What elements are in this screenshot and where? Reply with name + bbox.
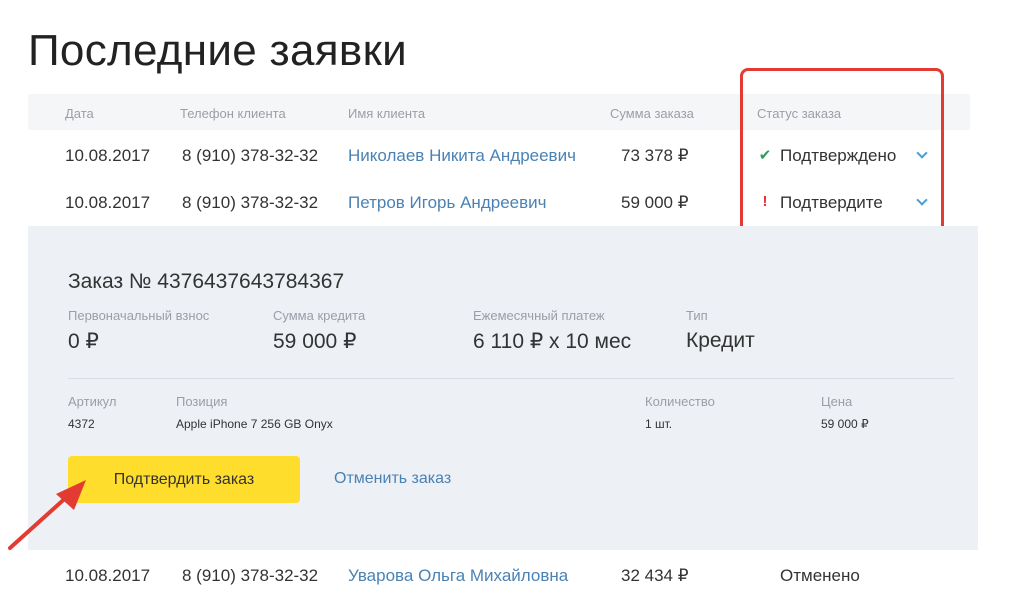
monthly-payment-value: 6 110 ₽ x 10 мес <box>473 330 632 353</box>
table-row[interactable]: 10.08.2017 8 (910) 378-32-32 Николаев Ни… <box>28 132 970 178</box>
initial-payment-label: Первоначальный взнос <box>68 308 210 323</box>
type-label: Тип <box>686 308 708 323</box>
row-sum: 59 000 ₽ <box>621 193 689 212</box>
table-row[interactable]: 10.08.2017 8 (910) 378-32-32 Петров Игор… <box>28 179 970 225</box>
confirm-order-button[interactable]: Подтвердить заказ <box>68 456 300 503</box>
table-row[interactable]: 10.08.2017 8 (910) 378-32-32 Уварова Оль… <box>28 552 970 602</box>
row-sum: 32 434 ₽ <box>621 566 689 585</box>
table-header: Дата Телефон клиента Имя клиента Сумма з… <box>28 94 970 130</box>
quantity-header: Количество <box>645 394 715 409</box>
row-phone: 8 (910) 378-32-32 <box>182 193 319 212</box>
column-header-phone: Телефон клиента <box>180 106 286 121</box>
divider <box>68 378 954 379</box>
row-date: 10.08.2017 <box>65 193 151 212</box>
type-value: Кредит <box>686 329 755 352</box>
client-name-link[interactable]: Николаев Никита Андреевич <box>348 146 576 166</box>
column-header-sum: Сумма заказа <box>610 106 694 121</box>
chevron-down-icon <box>916 147 928 159</box>
exclamation-icon: ! <box>762 193 768 210</box>
column-header-name: Имя клиента <box>348 106 426 121</box>
article-header: Артикул <box>68 394 117 409</box>
status-text: Подтверждено <box>780 146 897 165</box>
row-phone: 8 (910) 378-32-32 <box>182 566 319 585</box>
quantity-value: 1 шт. <box>645 417 673 431</box>
position-header: Позиция <box>176 394 228 409</box>
status-text: Подтвердите <box>780 193 883 212</box>
price-value: 59 000 ₽ <box>821 417 869 431</box>
column-header-date: Дата <box>65 106 94 121</box>
check-icon: ✔ <box>758 147 772 164</box>
row-phone: 8 (910) 378-32-32 <box>182 146 319 165</box>
order-details-panel: Заказ № 4376437643784367 Первоначальный … <box>28 226 978 550</box>
client-name-link[interactable]: Петров Игорь Андреевич <box>348 193 547 213</box>
status-text: Отменено <box>780 566 860 585</box>
client-name-link[interactable]: Уварова Ольга Михайловна <box>348 566 568 586</box>
column-header-status: Статус заказа <box>757 106 842 121</box>
position-value: Apple iPhone 7 256 GB Onyx <box>176 417 333 431</box>
page-title: Последние заявки <box>28 26 407 75</box>
status-dropdown[interactable]: ! Подтвердите <box>758 193 928 213</box>
article-value: 4372 <box>68 417 95 431</box>
price-header: Цена <box>821 394 853 409</box>
monthly-payment-label: Ежемесячный платеж <box>473 308 605 323</box>
row-date: 10.08.2017 <box>65 146 151 165</box>
row-date: 10.08.2017 <box>65 566 151 585</box>
initial-payment-value: 0 ₽ <box>68 330 99 353</box>
cancel-order-link[interactable]: Отменить заказ <box>334 470 451 488</box>
order-title: Заказ № 4376437643784367 <box>68 270 345 293</box>
chevron-down-icon <box>916 194 928 206</box>
row-sum: 73 378 ₽ <box>621 146 689 165</box>
credit-sum-label: Сумма кредита <box>273 308 366 323</box>
credit-sum-value: 59 000 ₽ <box>273 330 357 353</box>
status-dropdown[interactable]: ✔ Подтверждено <box>758 146 928 166</box>
